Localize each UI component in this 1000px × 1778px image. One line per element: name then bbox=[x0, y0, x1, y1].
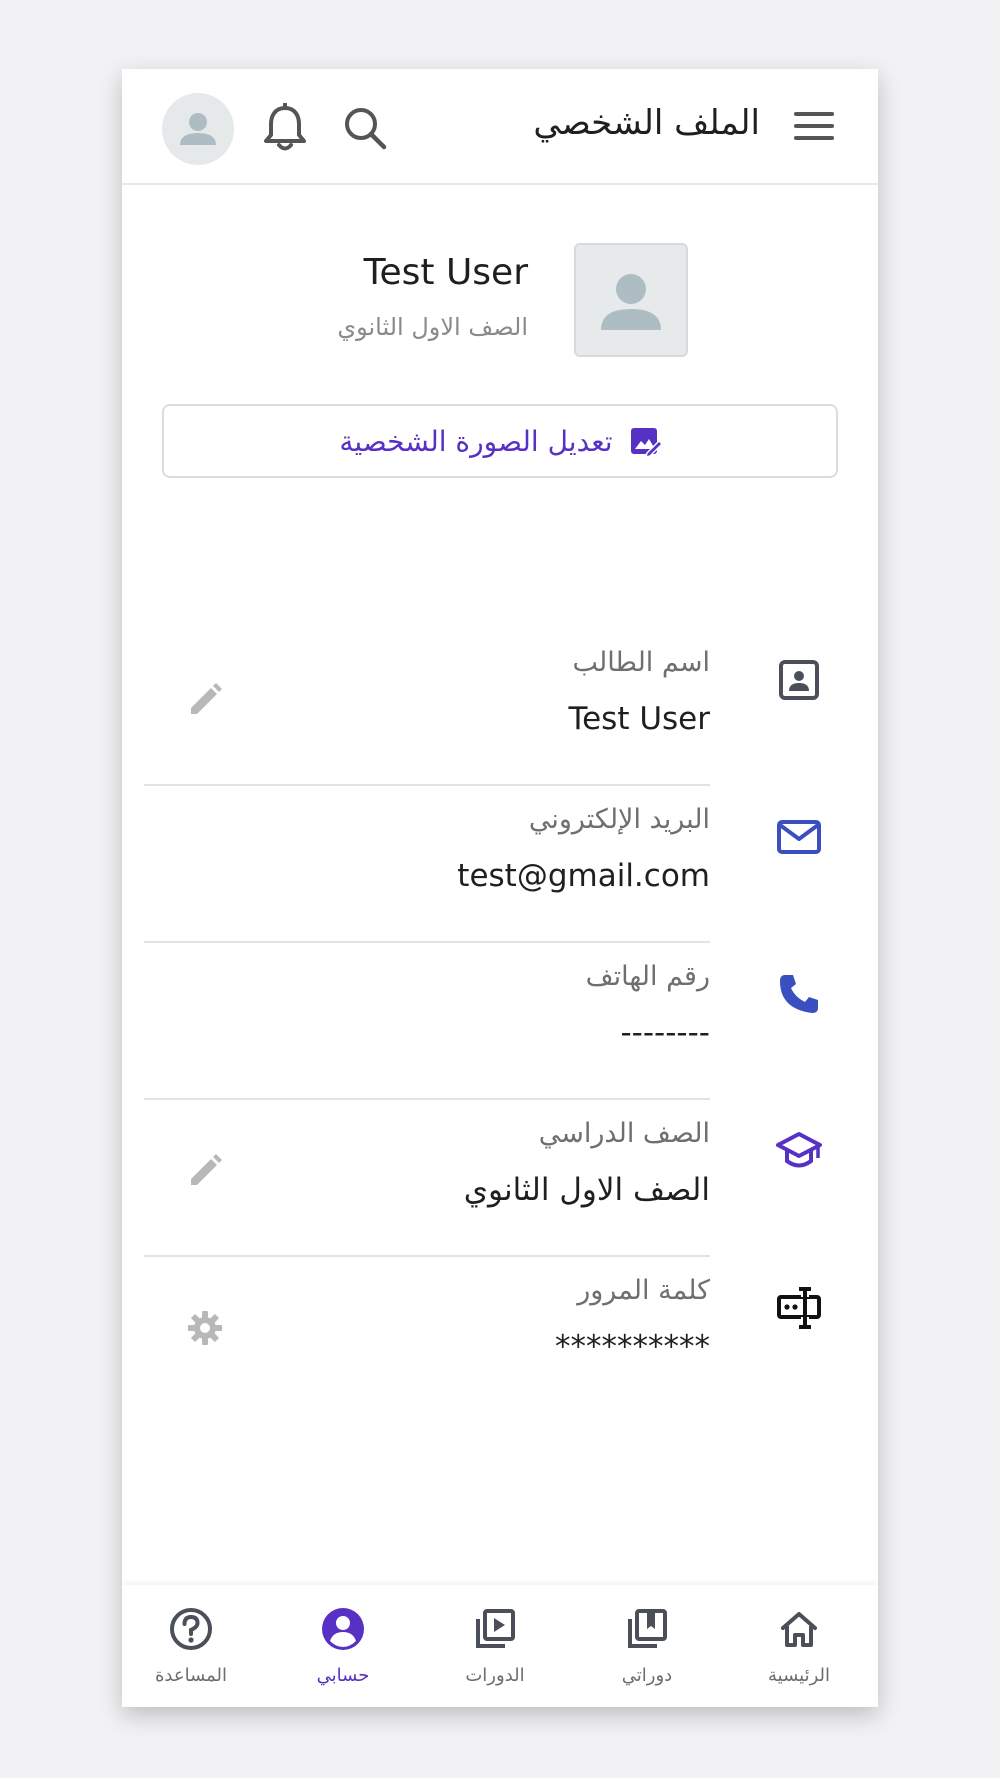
help-icon bbox=[170, 1608, 212, 1650]
field-row-grade: الصف الدراسي الصف الاول الثانوي bbox=[122, 1100, 878, 1257]
field-value: ********** bbox=[555, 1329, 710, 1365]
field-value: Test User bbox=[568, 701, 710, 737]
top-app-bar: الملف الشخصي bbox=[122, 69, 878, 185]
page-title: الملف الشخصي bbox=[533, 103, 760, 143]
password-field-icon bbox=[776, 1285, 822, 1331]
profile-name: Test User bbox=[363, 252, 528, 293]
nav-item-help[interactable]: المساعدة bbox=[126, 1585, 256, 1707]
field-row-student-name: اسم الطالب Test User bbox=[122, 629, 878, 786]
profile-grade: الصف الاول الثانوي bbox=[337, 313, 528, 341]
bottom-navigation: الرئيسية دوراتي الدورات حسابي المساعدة bbox=[122, 1585, 878, 1707]
my-courses-icon bbox=[628, 1609, 667, 1648]
field-value: -------- bbox=[620, 1015, 711, 1051]
courses-video-icon bbox=[476, 1609, 515, 1648]
app-screen: الملف الشخصي Test User الصف الاول الثانو… bbox=[122, 69, 878, 1707]
field-value: الصف الاول الثانوي bbox=[463, 1172, 710, 1208]
gear-icon[interactable] bbox=[186, 1309, 224, 1347]
search-icon[interactable] bbox=[342, 105, 388, 151]
edit-image-icon bbox=[630, 428, 661, 457]
field-label: كلمة المرور bbox=[577, 1275, 710, 1306]
phone-icon bbox=[776, 971, 822, 1017]
field-value: test@gmail.com bbox=[457, 858, 710, 894]
edit-profile-photo-label: تعديل الصورة الشخصية bbox=[339, 424, 613, 458]
nav-item-home[interactable]: الرئيسية bbox=[734, 1585, 864, 1707]
graduation-cap-icon bbox=[776, 1128, 822, 1174]
user-avatar-icon[interactable] bbox=[162, 93, 234, 165]
field-row-password: كلمة المرور ********** bbox=[122, 1257, 878, 1414]
field-row-email: البريد الإلكتروني test@gmail.com bbox=[122, 786, 878, 943]
hamburger-menu-icon[interactable] bbox=[794, 112, 834, 142]
field-label: البريد الإلكتروني bbox=[528, 804, 710, 835]
nav-label: دوراتي bbox=[621, 1665, 673, 1686]
profile-photo bbox=[574, 243, 688, 357]
account-icon bbox=[322, 1608, 364, 1650]
home-icon bbox=[781, 1612, 817, 1647]
nav-label: حسابي bbox=[316, 1665, 370, 1686]
nav-item-courses[interactable]: الدورات bbox=[430, 1585, 560, 1707]
mail-icon bbox=[776, 814, 822, 860]
nav-item-account[interactable]: حسابي bbox=[278, 1585, 408, 1707]
field-label: رقم الهاتف bbox=[585, 961, 710, 992]
nav-item-my-courses[interactable]: دوراتي bbox=[582, 1585, 712, 1707]
field-label: الصف الدراسي bbox=[538, 1118, 710, 1149]
user-placeholder-icon bbox=[601, 274, 661, 330]
nav-label: الدورات bbox=[465, 1665, 525, 1686]
field-row-phone: رقم الهاتف -------- bbox=[122, 943, 878, 1100]
contact-card-icon bbox=[776, 657, 822, 703]
pencil-icon[interactable] bbox=[186, 1152, 224, 1190]
nav-label: المساعدة bbox=[154, 1665, 228, 1686]
nav-label: الرئيسية bbox=[768, 1665, 830, 1686]
field-label: اسم الطالب bbox=[572, 647, 710, 678]
pencil-icon[interactable] bbox=[186, 681, 224, 719]
bell-icon[interactable] bbox=[262, 102, 308, 153]
edit-profile-photo-button[interactable]: تعديل الصورة الشخصية bbox=[162, 404, 838, 478]
